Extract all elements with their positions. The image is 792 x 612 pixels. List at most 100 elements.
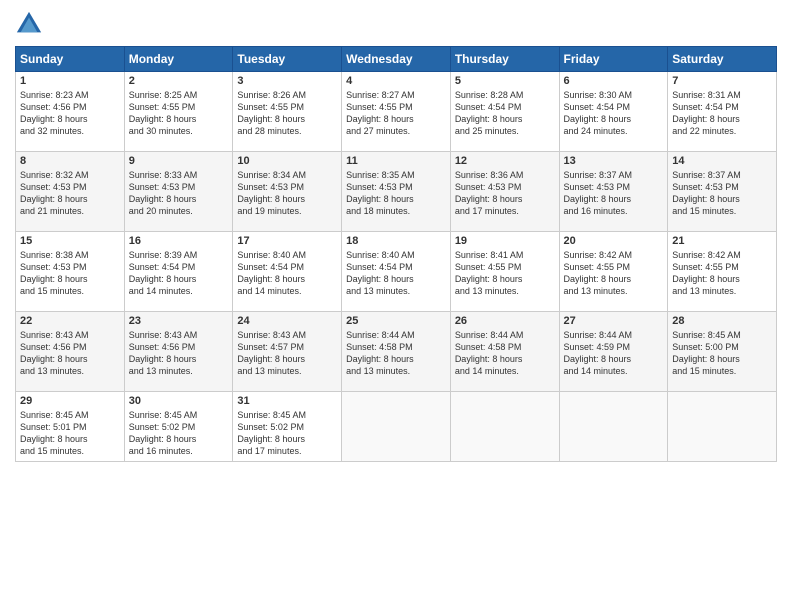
table-row: 30 Sunrise: 8:45 AM Sunset: 5:02 PM Dayli… [124, 392, 233, 462]
day-number: 27 [564, 315, 664, 327]
table-row: 5 Sunrise: 8:28 AM Sunset: 4:54 PM Daylig… [450, 72, 559, 152]
col-wednesday: Wednesday [342, 47, 451, 72]
table-row: 23 Sunrise: 8:43 AM Sunset: 4:56 PM Dayli… [124, 312, 233, 392]
day-info: Sunrise: 8:32 AM Sunset: 4:53 PM Dayligh… [20, 169, 120, 218]
day-number: 17 [237, 235, 337, 247]
table-row: 11 Sunrise: 8:35 AM Sunset: 4:53 PM Dayli… [342, 152, 451, 232]
day-number: 14 [672, 155, 772, 167]
day-number: 23 [129, 315, 229, 327]
table-row: 31 Sunrise: 8:45 AM Sunset: 5:02 PM Dayli… [233, 392, 342, 462]
day-info: Sunrise: 8:39 AM Sunset: 4:54 PM Dayligh… [129, 249, 229, 298]
day-info: Sunrise: 8:45 AM Sunset: 5:02 PM Dayligh… [129, 409, 229, 458]
day-info: Sunrise: 8:37 AM Sunset: 4:53 PM Dayligh… [564, 169, 664, 218]
day-number: 3 [237, 75, 337, 87]
table-row: 22 Sunrise: 8:43 AM Sunset: 4:56 PM Dayli… [16, 312, 125, 392]
logo-icon [15, 10, 43, 38]
table-row: 19 Sunrise: 8:41 AM Sunset: 4:55 PM Dayli… [450, 232, 559, 312]
table-row: 6Sunrise: 8:30 AM Sunset: 4:54 PM Daylig… [559, 72, 668, 152]
day-number: 13 [564, 155, 664, 167]
day-info: Sunrise: 8:43 AM Sunset: 4:56 PM Dayligh… [20, 329, 120, 378]
table-row: 15 Sunrise: 8:38 AM Sunset: 4:53 PM Dayli… [16, 232, 125, 312]
day-info: Sunrise: 8:35 AM Sunset: 4:53 PM Dayligh… [346, 169, 446, 218]
table-row: 2 Sunrise: 8:25 AM Sunset: 4:55 PM Daylig… [124, 72, 233, 152]
table-row [450, 392, 559, 462]
day-number: 21 [672, 235, 772, 247]
table-row: 26Sunrise: 8:44 AM Sunset: 4:58 PM Dayli… [450, 312, 559, 392]
table-row: 7 Sunrise: 8:31 AM Sunset: 4:54 PM Daylig… [668, 72, 777, 152]
table-row: 20 Sunrise: 8:42 AM Sunset: 4:55 PM Dayli… [559, 232, 668, 312]
header [15, 10, 777, 38]
day-number: 15 [20, 235, 120, 247]
table-row: 17 Sunrise: 8:40 AM Sunset: 4:54 PM Dayli… [233, 232, 342, 312]
day-info: Sunrise: 8:45 AM Sunset: 5:00 PM Dayligh… [672, 329, 772, 378]
col-saturday: Saturday [668, 47, 777, 72]
col-friday: Friday [559, 47, 668, 72]
day-number: 12 [455, 155, 555, 167]
day-info: Sunrise: 8:42 AM Sunset: 4:55 PM Dayligh… [672, 249, 772, 298]
day-info: Sunrise: 8:40 AM Sunset: 4:54 PM Dayligh… [237, 249, 337, 298]
table-row: 24Sunrise: 8:43 AM Sunset: 4:57 PM Dayli… [233, 312, 342, 392]
day-info: Sunrise: 8:45 AM Sunset: 5:01 PM Dayligh… [20, 409, 120, 458]
calendar-header: Sunday Monday Tuesday Wednesday Thursday… [16, 47, 777, 72]
day-info: Sunrise: 8:44 AM Sunset: 4:59 PM Dayligh… [564, 329, 664, 378]
day-number: 8 [20, 155, 120, 167]
day-number: 5 [455, 75, 555, 87]
page: Sunday Monday Tuesday Wednesday Thursday… [0, 0, 792, 612]
day-number: 19 [455, 235, 555, 247]
table-row: 29Sunrise: 8:45 AM Sunset: 5:01 PM Dayli… [16, 392, 125, 462]
table-row: 3 Sunrise: 8:26 AM Sunset: 4:55 PM Daylig… [233, 72, 342, 152]
day-info: Sunrise: 8:28 AM Sunset: 4:54 PM Dayligh… [455, 89, 555, 138]
table-row: 4 Sunrise: 8:27 AM Sunset: 4:55 PM Daylig… [342, 72, 451, 152]
day-info: Sunrise: 8:23 AM Sunset: 4:56 PM Dayligh… [20, 89, 120, 138]
table-row [668, 392, 777, 462]
day-info: Sunrise: 8:42 AM Sunset: 4:55 PM Dayligh… [564, 249, 664, 298]
calendar-body: 1 Sunrise: 8:23 AM Sunset: 4:56 PM Daylig… [16, 72, 777, 462]
table-row: 25Sunrise: 8:44 AM Sunset: 4:58 PM Dayli… [342, 312, 451, 392]
day-number: 4 [346, 75, 446, 87]
day-number: 22 [20, 315, 120, 327]
table-row [559, 392, 668, 462]
day-info: Sunrise: 8:43 AM Sunset: 4:56 PM Dayligh… [129, 329, 229, 378]
day-number: 9 [129, 155, 229, 167]
table-row: 14 Sunrise: 8:37 AM Sunset: 4:53 PM Dayli… [668, 152, 777, 232]
day-info: Sunrise: 8:26 AM Sunset: 4:55 PM Dayligh… [237, 89, 337, 138]
day-number: 28 [672, 315, 772, 327]
day-info: Sunrise: 8:38 AM Sunset: 4:53 PM Dayligh… [20, 249, 120, 298]
col-monday: Monday [124, 47, 233, 72]
table-row: 1 Sunrise: 8:23 AM Sunset: 4:56 PM Daylig… [16, 72, 125, 152]
day-info: Sunrise: 8:27 AM Sunset: 4:55 PM Dayligh… [346, 89, 446, 138]
day-number: 20 [564, 235, 664, 247]
day-number: 2 [129, 75, 229, 87]
day-number: 24 [237, 315, 337, 327]
header-row: Sunday Monday Tuesday Wednesday Thursday… [16, 47, 777, 72]
day-number: 30 [129, 395, 229, 407]
day-number: 25 [346, 315, 446, 327]
table-row: 13 Sunrise: 8:37 AM Sunset: 4:53 PM Dayli… [559, 152, 668, 232]
day-number: 11 [346, 155, 446, 167]
day-info: Sunrise: 8:45 AM Sunset: 5:02 PM Dayligh… [237, 409, 337, 458]
day-number: 10 [237, 155, 337, 167]
table-row: 12 Sunrise: 8:36 AM Sunset: 4:53 PM Dayli… [450, 152, 559, 232]
day-info: Sunrise: 8:25 AM Sunset: 4:55 PM Dayligh… [129, 89, 229, 138]
day-number: 31 [237, 395, 337, 407]
table-row: 16 Sunrise: 8:39 AM Sunset: 4:54 PM Dayli… [124, 232, 233, 312]
day-info: Sunrise: 8:36 AM Sunset: 4:53 PM Dayligh… [455, 169, 555, 218]
day-info: Sunrise: 8:33 AM Sunset: 4:53 PM Dayligh… [129, 169, 229, 218]
day-info: Sunrise: 8:30 AM Sunset: 4:54 PM Dayligh… [564, 89, 664, 138]
col-sunday: Sunday [16, 47, 125, 72]
day-number: 1 [20, 75, 120, 87]
table-row: 21 Sunrise: 8:42 AM Sunset: 4:55 PM Dayli… [668, 232, 777, 312]
day-info: Sunrise: 8:41 AM Sunset: 4:55 PM Dayligh… [455, 249, 555, 298]
day-info: Sunrise: 8:37 AM Sunset: 4:53 PM Dayligh… [672, 169, 772, 218]
day-info: Sunrise: 8:34 AM Sunset: 4:53 PM Dayligh… [237, 169, 337, 218]
table-row: 27 Sunrise: 8:44 AM Sunset: 4:59 PM Dayli… [559, 312, 668, 392]
table-row: 8 Sunrise: 8:32 AM Sunset: 4:53 PM Daylig… [16, 152, 125, 232]
table-row: 10 Sunrise: 8:34 AM Sunset: 4:53 PM Dayli… [233, 152, 342, 232]
day-number: 16 [129, 235, 229, 247]
table-row: 9 Sunrise: 8:33 AM Sunset: 4:53 PM Daylig… [124, 152, 233, 232]
day-number: 7 [672, 75, 772, 87]
col-tuesday: Tuesday [233, 47, 342, 72]
day-info: Sunrise: 8:40 AM Sunset: 4:54 PM Dayligh… [346, 249, 446, 298]
day-info: Sunrise: 8:31 AM Sunset: 4:54 PM Dayligh… [672, 89, 772, 138]
table-row: 18Sunrise: 8:40 AM Sunset: 4:54 PM Dayli… [342, 232, 451, 312]
